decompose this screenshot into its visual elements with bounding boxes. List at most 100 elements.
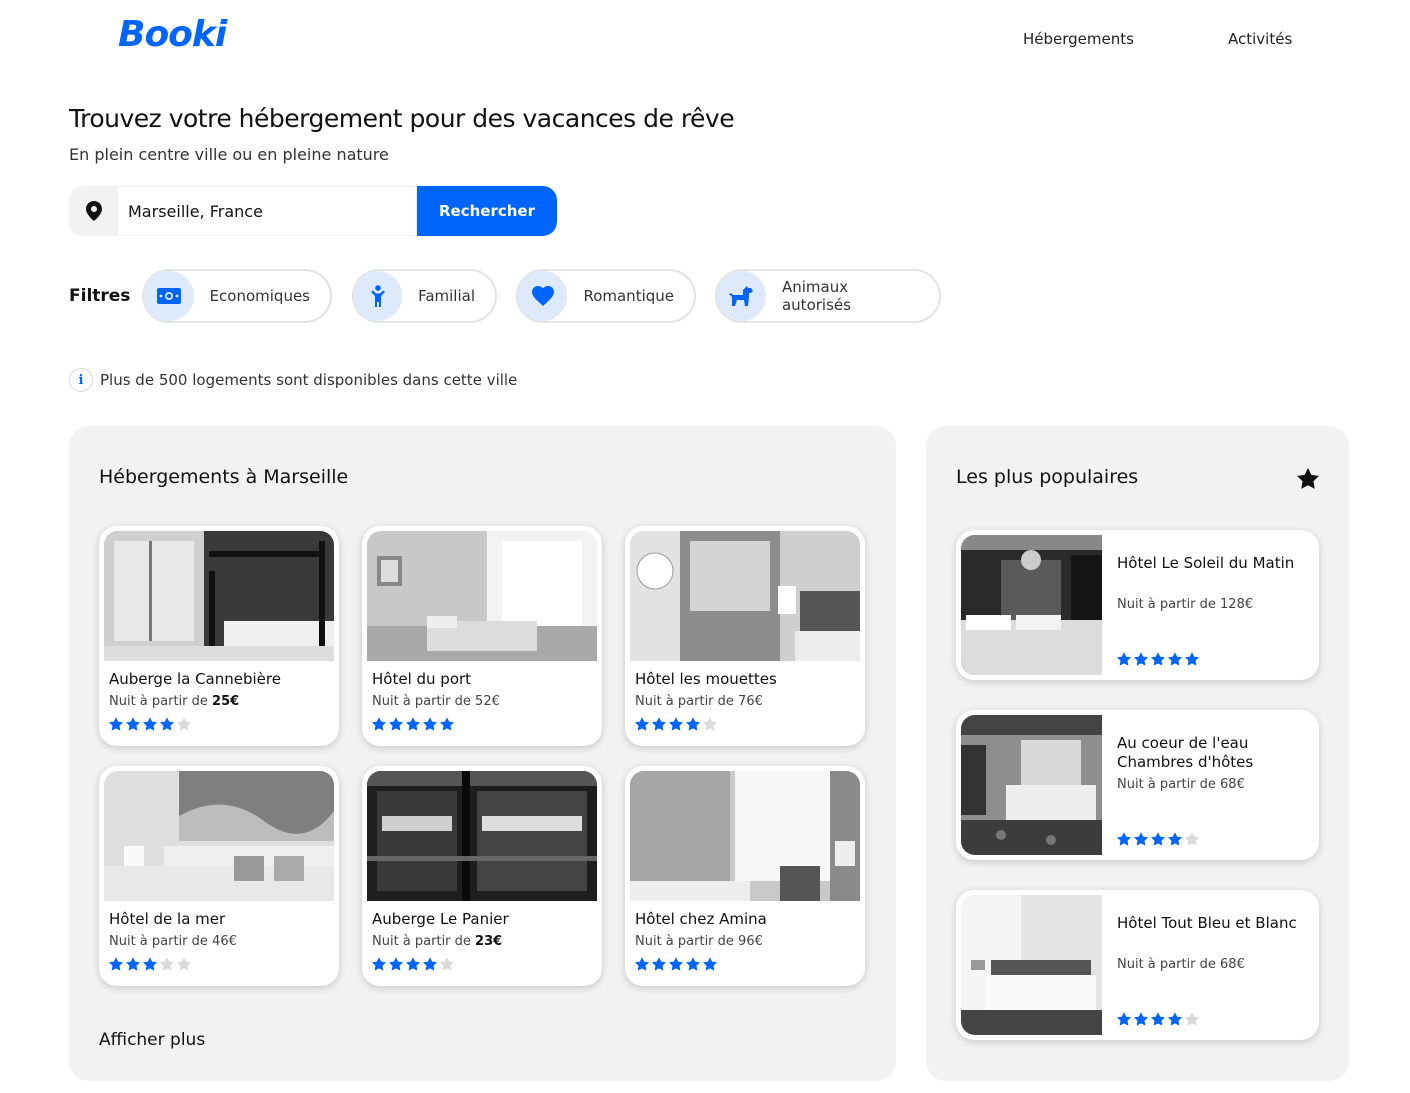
rating-stars xyxy=(635,717,717,731)
filter-familial[interactable]: Familial xyxy=(352,269,497,323)
rating-stars xyxy=(372,717,454,731)
star-filled-icon xyxy=(143,957,157,971)
star-filled-icon xyxy=(1117,652,1131,666)
lodging-price: Nuit à partir de 96€ xyxy=(635,934,763,949)
search-button[interactable]: Rechercher xyxy=(417,186,557,236)
show-more-link[interactable]: Afficher plus xyxy=(99,1030,205,1050)
star-filled-icon xyxy=(389,957,403,971)
info-text: Plus de 500 logements sont disponibles d… xyxy=(100,371,518,389)
popular-photo xyxy=(961,535,1102,675)
lodging-name: Hôtel de la mer xyxy=(109,910,226,928)
star-filled-icon xyxy=(1168,832,1182,846)
price-prefix: Nuit à partir de xyxy=(372,934,476,949)
popular-card[interactable]: Au coeur de l'eau Chambres d'hôtes Nuit à… xyxy=(956,710,1319,860)
page-title: Trouvez votre hébergement pour des vacan… xyxy=(69,104,735,133)
price-prefix: Nuit à partir de xyxy=(109,694,213,709)
star-filled-icon xyxy=(1117,832,1131,846)
popular-price: Nuit à partir de 68€ xyxy=(1117,957,1245,972)
popular-card[interactable]: Hôtel Tout Bleu et Blanc Nuit à partir de… xyxy=(956,890,1319,1040)
star-filled-icon xyxy=(143,717,157,731)
lodging-name: Hôtel les mouettes xyxy=(635,670,777,688)
star-filled-icon xyxy=(686,717,700,731)
popular-card[interactable]: Hôtel Le Soleil du Matin Nuit à partir de… xyxy=(956,530,1319,680)
lodging-card[interactable]: Hôtel du port Nuit à partir de 52€ xyxy=(362,526,602,746)
star-empty-icon xyxy=(1185,832,1199,846)
star-filled-icon xyxy=(635,957,649,971)
star-filled-icon xyxy=(635,717,649,731)
booki-logo[interactable]: Booki xyxy=(118,14,227,55)
star-empty-icon xyxy=(177,957,191,971)
star-empty-icon xyxy=(177,717,191,731)
lodging-card[interactable]: Hôtel les mouettes Nuit à partir de 76€ xyxy=(625,526,865,746)
page-subtitle: En plein centre ville ou en pleine natur… xyxy=(69,145,389,164)
star-empty-icon xyxy=(703,717,717,731)
lodging-photo xyxy=(104,771,334,901)
rating-stars xyxy=(109,957,191,971)
location-pin-icon xyxy=(69,186,118,236)
filter-label: Economiques xyxy=(209,287,310,305)
star-filled-icon xyxy=(1185,652,1199,666)
star-filled-icon xyxy=(126,717,140,731)
price-value: 96€ xyxy=(738,934,763,949)
popular-price: Nuit à partir de 128€ xyxy=(1117,597,1254,612)
rating-stars xyxy=(109,717,191,731)
lodging-price: Nuit à partir de 25€ xyxy=(109,694,239,709)
nav-activites[interactable]: Activités xyxy=(1228,30,1292,48)
rating-stars xyxy=(1117,832,1199,846)
info-notice: i Plus de 500 logements sont disponibles… xyxy=(69,368,517,392)
filter-label: Romantique xyxy=(583,287,674,305)
star-filled-icon xyxy=(406,957,420,971)
lodging-card[interactable]: Auberge Le Panier Nuit à partir de 23€ xyxy=(362,766,602,986)
star-filled-icon xyxy=(1168,1012,1182,1026)
filters-label: Filtres xyxy=(69,286,131,306)
star-filled-icon xyxy=(1151,832,1165,846)
star-filled-icon xyxy=(669,717,683,731)
star-empty-icon xyxy=(160,957,174,971)
popular-name: Au coeur de l'eau Chambres d'hôtes xyxy=(1117,734,1254,771)
lodging-price: Nuit à partir de 46€ xyxy=(109,934,237,949)
heart-icon xyxy=(518,271,568,321)
star-icon xyxy=(1297,468,1319,489)
popular-panel: Les plus populaires Hôtel Le Soleil du M… xyxy=(926,426,1349,1081)
nav-hebergements[interactable]: Hébergements xyxy=(1023,30,1134,48)
dog-icon xyxy=(717,271,766,321)
star-empty-icon xyxy=(1185,1012,1199,1026)
lodging-photo xyxy=(367,771,597,901)
star-filled-icon xyxy=(1134,1012,1148,1026)
star-filled-icon xyxy=(652,957,666,971)
lodging-price: Nuit à partir de 23€ xyxy=(372,934,502,949)
lodgings-title: Hébergements à Marseille xyxy=(99,466,349,488)
popular-price: Nuit à partir de 68€ xyxy=(1117,777,1245,792)
lodging-photo xyxy=(630,531,860,661)
lodging-name: Auberge Le Panier xyxy=(372,910,509,928)
search-bar: Rechercher xyxy=(69,186,557,236)
star-empty-icon xyxy=(440,957,454,971)
popular-title: Les plus populaires xyxy=(956,466,1139,488)
price-value: 46€ xyxy=(212,934,237,949)
price-prefix: Nuit à partir de xyxy=(372,694,476,709)
star-filled-icon xyxy=(389,717,403,731)
star-filled-icon xyxy=(669,957,683,971)
filter-animaux[interactable]: Animaux autorisés xyxy=(715,269,941,323)
star-filled-icon xyxy=(1134,652,1148,666)
lodging-card[interactable]: Hôtel de la mer Nuit à partir de 46€ xyxy=(99,766,339,986)
price-prefix: Nuit à partir de xyxy=(635,934,739,949)
filter-label: Familial xyxy=(418,287,475,305)
filter-economiques[interactable]: Economiques xyxy=(142,269,332,323)
star-filled-icon xyxy=(109,957,123,971)
info-icon: i xyxy=(69,368,93,392)
star-filled-icon xyxy=(703,957,717,971)
lodging-price: Nuit à partir de 52€ xyxy=(372,694,500,709)
star-filled-icon xyxy=(440,717,454,731)
filter-romantique[interactable]: Romantique xyxy=(516,269,696,323)
lodging-card[interactable]: Auberge la Cannebière Nuit à partir de 25… xyxy=(99,526,339,746)
price-value: 23€ xyxy=(475,934,503,949)
rating-stars xyxy=(635,957,717,971)
lodging-name: Auberge la Cannebière xyxy=(109,670,281,688)
lodging-card[interactable]: Hôtel chez Amina Nuit à partir de 96€ xyxy=(625,766,865,986)
search-input[interactable] xyxy=(118,186,417,236)
popular-name: Hôtel Le Soleil du Matin xyxy=(1117,554,1295,572)
star-filled-icon xyxy=(372,957,386,971)
star-filled-icon xyxy=(1117,1012,1131,1026)
lodging-photo xyxy=(367,531,597,661)
